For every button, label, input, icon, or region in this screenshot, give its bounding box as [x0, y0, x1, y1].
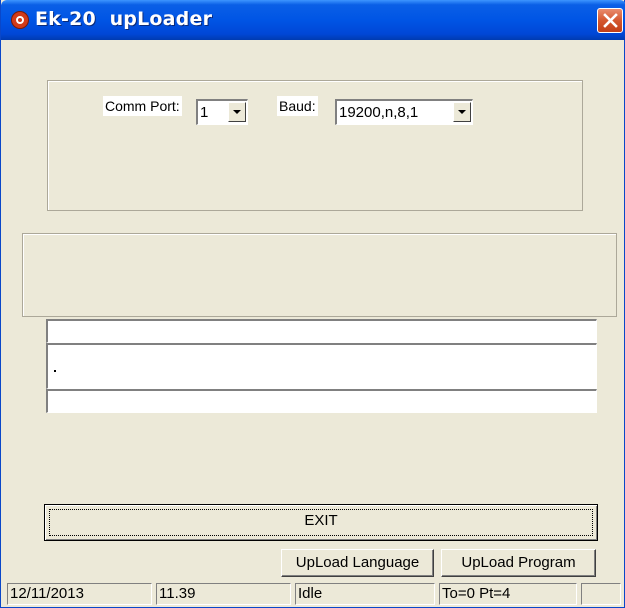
status-info: To=0 Pt=4: [439, 583, 577, 605]
baud-value: 19200,n,8,1: [339, 104, 419, 121]
status-time: 11.39: [156, 583, 291, 605]
baud-select[interactable]: 19200,n,8,1: [335, 99, 473, 125]
baud-label: Baud:: [277, 96, 318, 116]
window-title: Ek-20 upLoader: [35, 8, 213, 30]
upload-program-button[interactable]: UpLoad Program: [441, 549, 596, 577]
text-field-1[interactable]: [46, 319, 597, 343]
title-bar[interactable]: Ek-20 upLoader: [1, 0, 625, 40]
status-bar: 12/11/2013 11.39 Idle To=0 Pt=4: [1, 581, 624, 607]
upload-language-button[interactable]: UpLoad Language: [281, 549, 434, 577]
app-window: Ek-20 upLoader Comm Port: 1 Baud: 19200,…: [0, 0, 625, 608]
cursor-dot: [54, 370, 56, 372]
exit-button[interactable]: EXIT: [44, 504, 598, 541]
status-state: Idle: [295, 583, 435, 605]
focus-rect: [49, 509, 593, 536]
comm-port-select[interactable]: 1: [196, 99, 248, 125]
chevron-down-icon[interactable]: [453, 102, 471, 122]
status-extra: [581, 583, 621, 605]
info-panel: [22, 233, 617, 317]
close-icon: [603, 13, 618, 28]
chevron-down-icon[interactable]: [228, 102, 246, 122]
app-icon[interactable]: [11, 11, 29, 29]
text-field-2[interactable]: [46, 343, 597, 389]
comm-port-label: Comm Port:: [103, 96, 182, 116]
text-field-3[interactable]: [46, 389, 597, 413]
comm-port-value: 1: [200, 104, 209, 121]
close-button[interactable]: [597, 8, 623, 33]
status-date: 12/11/2013: [7, 583, 152, 605]
